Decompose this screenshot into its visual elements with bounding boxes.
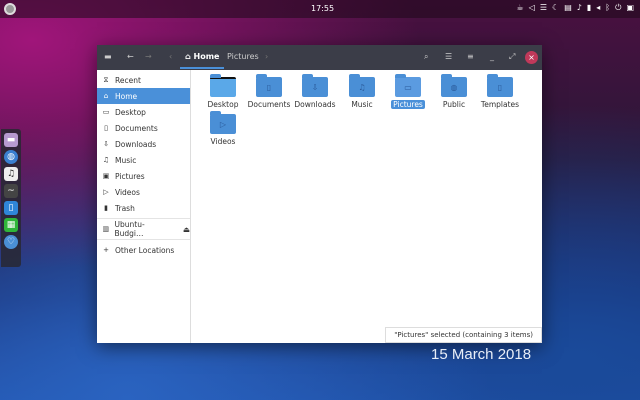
dock: ▬ ◍ ♫ ~ ▯ ▦ ♡: [1, 129, 21, 267]
header-bar: ▬ ← → ‹ ⌂ Home Pictures › ⌕ ☰ ≡ _ ⤢ ×: [97, 45, 542, 70]
file-manager-window: ▬ ← → ‹ ⌂ Home Pictures › ⌕ ☰ ≡ _ ⤢ × ⧖ R…: [97, 45, 542, 343]
sidebar-item-documents[interactable]: ▯ Documents: [97, 120, 190, 136]
file-item-documents[interactable]: ▯ Documents: [246, 74, 292, 109]
clipboard-icon[interactable]: ▤: [564, 3, 572, 13]
file-item-videos[interactable]: ▷ Videos: [200, 111, 246, 146]
bluetooth-icon[interactable]: ᛒ: [605, 3, 610, 13]
clock-icon: ⧖: [103, 75, 109, 84]
plus-icon: +: [103, 246, 109, 254]
file-item-downloads[interactable]: ⇩ Downloads: [292, 74, 338, 109]
close-button[interactable]: ×: [525, 51, 538, 64]
top-panel: 17:55 ☕ ◁ ☰ ☾ ▤ ♪ ▮ ◂ ᛒ ⏻ ▣: [0, 0, 640, 18]
network-icon[interactable]: ◁: [529, 3, 535, 13]
pictures-folder-icon: ▭: [395, 74, 421, 97]
templates-folder-icon: ▯: [487, 74, 513, 97]
view-list-button[interactable]: ☰: [445, 52, 452, 61]
music-folder-icon: ♫: [349, 74, 375, 97]
forward-button[interactable]: →: [145, 52, 152, 61]
folder-icon: ▬: [104, 52, 112, 61]
desktop-icon: ▭: [102, 108, 110, 116]
video-icon: ▷: [103, 188, 109, 196]
menu-button[interactable]: ≡: [467, 52, 474, 61]
volume-icon[interactable]: ◂: [596, 3, 600, 13]
sidebar-item-desktop[interactable]: ▭ Desktop: [97, 104, 190, 120]
sidebar-item-downloads[interactable]: ⇩ Downloads: [97, 136, 190, 152]
sidebar-item-pictures[interactable]: ▣ Pictures: [97, 168, 190, 184]
music-app-icon[interactable]: ♫: [4, 167, 18, 181]
app-menu-button[interactable]: [4, 3, 16, 15]
file-item-music[interactable]: ♫ Music: [339, 74, 385, 109]
sidebar-item-recent[interactable]: ⧖ Recent: [97, 72, 190, 88]
desktop-date: 15 March 2018: [431, 346, 532, 363]
downloads-folder-icon: ⇩: [302, 74, 328, 97]
trash-icon: ▮: [104, 204, 108, 212]
sidebar-item-home[interactable]: ⌂ Home: [97, 88, 190, 104]
terminal-app-icon[interactable]: ~: [4, 184, 18, 198]
download-icon: ⇩: [103, 140, 109, 148]
path-pictures-button[interactable]: Pictures: [227, 52, 259, 61]
menu-icon[interactable]: ☰: [540, 3, 547, 13]
settings-app-icon[interactable]: ♡: [4, 235, 18, 249]
coffee-icon[interactable]: ☕: [517, 3, 524, 13]
moon-icon[interactable]: ☾: [552, 3, 559, 13]
search-button[interactable]: ⌕: [424, 52, 428, 62]
maximize-button[interactable]: ⤢: [509, 52, 515, 62]
sidebar-item-music[interactable]: ♫ Music: [97, 152, 190, 168]
sidebar-item-other-locations[interactable]: + Other Locations: [97, 242, 190, 258]
minimize-button[interactable]: _: [490, 52, 494, 61]
file-item-templates[interactable]: ▯ Templates: [477, 74, 523, 109]
file-item-desktop[interactable]: Desktop: [200, 74, 246, 109]
sidebar-divider: [97, 218, 190, 219]
path-home-button[interactable]: ⌂ Home: [185, 52, 219, 61]
documents-folder-icon: ▯: [256, 74, 282, 97]
public-folder-icon: ◍: [441, 74, 467, 97]
document-icon: ▯: [104, 124, 108, 132]
sidebar-item-trash[interactable]: ▮ Trash: [97, 200, 190, 216]
files-app-icon[interactable]: ▬: [4, 133, 18, 147]
file-item-public[interactable]: ◍ Public: [431, 74, 477, 109]
videos-folder-icon: ▷: [210, 111, 236, 134]
sidebar-divider: [97, 239, 190, 240]
documents-app-icon[interactable]: ▯: [4, 201, 18, 215]
drive-icon: ▥: [102, 225, 110, 233]
spreadsheet-app-icon[interactable]: ▦: [4, 218, 18, 232]
picture-icon: ▣: [102, 172, 110, 180]
sidebar-item-drive[interactable]: ▥ Ubuntu-Budgi… ⏏: [97, 220, 190, 238]
battery-icon[interactable]: ▮: [587, 3, 591, 13]
file-view: Desktop ▯ Documents ⇩ Downloads ♫ Music ▭ Pi…: [192, 70, 542, 343]
bell-icon[interactable]: ♪: [577, 3, 582, 13]
sidebar-item-videos[interactable]: ▷ Videos: [97, 184, 190, 200]
system-tray: ☕ ◁ ☰ ☾ ▤ ♪ ▮ ◂ ᛒ ⏻ ▣: [517, 3, 634, 13]
music-icon: ♫: [102, 156, 110, 164]
home-icon: ⌂: [103, 92, 109, 100]
status-bar: "Pictures" selected (containing 3 items): [385, 327, 542, 343]
back-button[interactable]: ←: [127, 52, 134, 61]
power-icon[interactable]: ⏻: [615, 3, 621, 13]
show-desktop-icon[interactable]: ▣: [626, 3, 634, 13]
path-active-indicator: [180, 67, 224, 69]
desktop-folder-icon: [210, 74, 236, 97]
sidebar: ⧖ Recent ⌂ Home ▭ Desktop ▯ Documents ⇩ Downl…: [97, 70, 191, 343]
path-left-button[interactable]: ‹: [169, 52, 172, 61]
clock[interactable]: 17:55: [311, 4, 334, 13]
eject-icon[interactable]: ⏏: [183, 225, 190, 234]
file-item-pictures[interactable]: ▭ Pictures: [385, 74, 431, 109]
path-right-button[interactable]: ›: [265, 52, 268, 61]
browser-app-icon[interactable]: ◍: [4, 150, 18, 164]
